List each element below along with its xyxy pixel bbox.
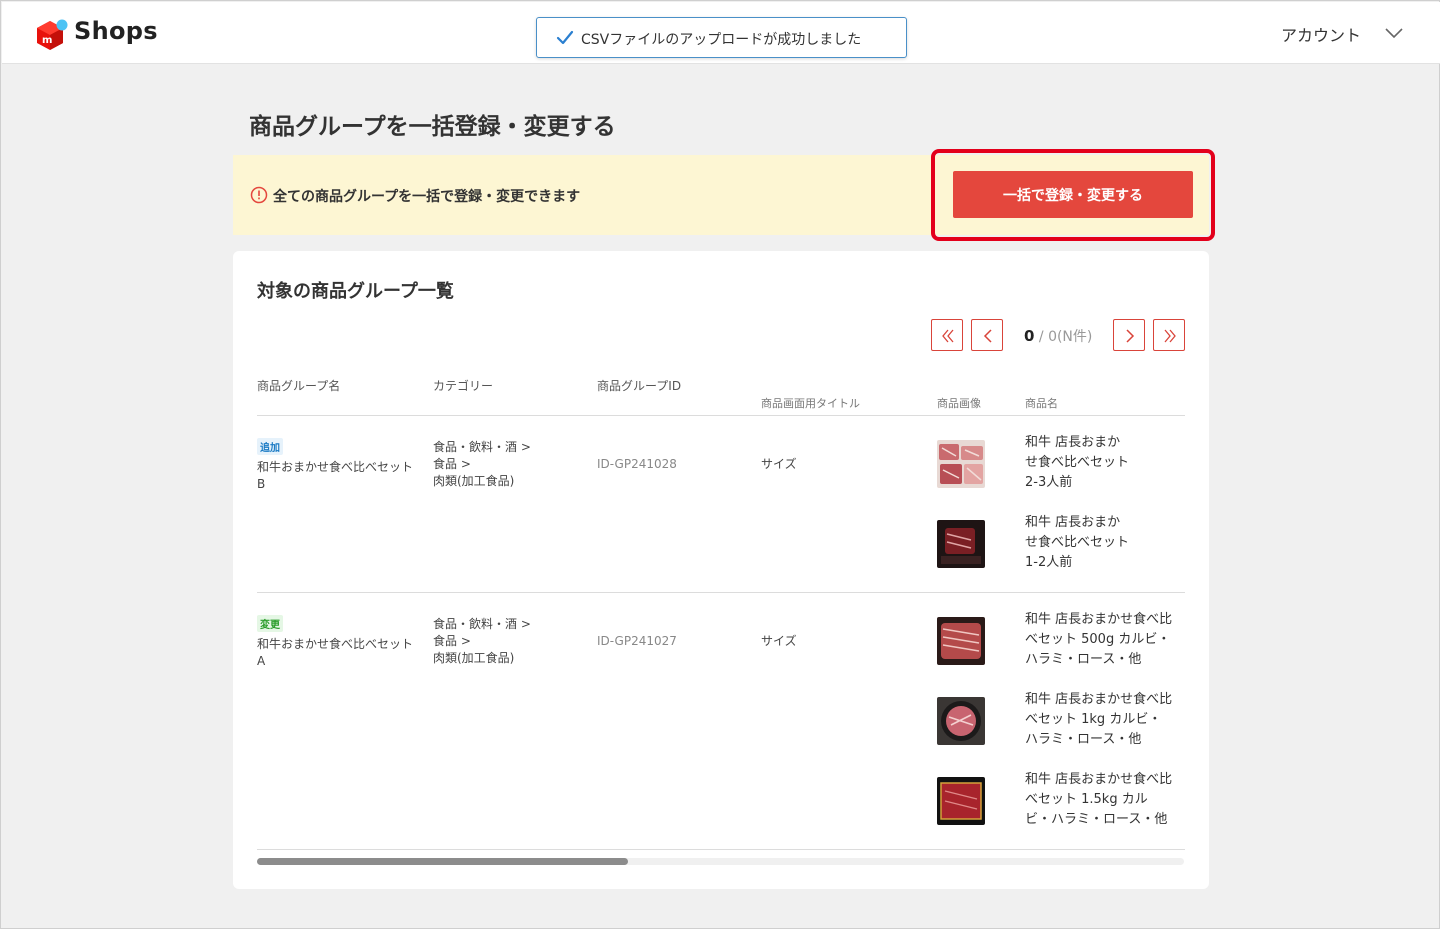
product-name-line: せ食べ比べセット bbox=[1025, 455, 1130, 470]
chevron-down-icon[interactable] bbox=[1384, 26, 1404, 40]
status-badge-add: 追加 bbox=[257, 438, 283, 455]
bulk-register-button[interactable]: 一括で登録・変更する bbox=[953, 171, 1193, 218]
svg-text:m: m bbox=[42, 35, 52, 46]
pager-first-button[interactable] bbox=[931, 319, 963, 351]
category-cell: 食品・飲料・酒 > 食品 > 肉類(加工食品) bbox=[433, 439, 531, 490]
product-name-line: べセット 1.5kg カル bbox=[1025, 792, 1148, 807]
screen-title-cell: サイズ bbox=[761, 634, 797, 648]
pager-prev-button[interactable] bbox=[971, 319, 1003, 351]
product-name-line: ハラミ・ロース・他 bbox=[1025, 652, 1142, 667]
info-circle-icon bbox=[250, 186, 268, 204]
group-id-cell: ID-GP241028 bbox=[597, 457, 677, 471]
group-id-cell: ID-GP241027 bbox=[597, 634, 677, 648]
column-header-product-name: 商品名 bbox=[1025, 397, 1058, 410]
pager-current: 0 bbox=[1024, 327, 1035, 345]
toast-message: CSVファイルのアップロードが成功しました bbox=[581, 32, 862, 48]
chevron-left-icon bbox=[983, 329, 992, 343]
double-chevron-left-icon bbox=[942, 329, 954, 343]
product-name-line: 和牛 店長おまかせ食べ比 bbox=[1025, 692, 1173, 707]
row-divider bbox=[257, 592, 1185, 593]
account-menu-label[interactable]: アカウント bbox=[1281, 22, 1361, 46]
group-name-cell: 和牛おまかせ食べ比べセット A bbox=[257, 636, 413, 670]
pager-last-button[interactable] bbox=[1153, 319, 1185, 351]
product-image bbox=[937, 617, 985, 665]
group-name-line: 和牛おまかせ食べ比べセット bbox=[257, 460, 414, 474]
page-title: 商品グループを一括登録・変更する bbox=[249, 114, 616, 140]
product-name-line: 2-3人前 bbox=[1025, 475, 1073, 490]
product-name-line: ハラミ・ロース・他 bbox=[1025, 732, 1142, 747]
product-name-line: 和牛 店長おまかせ食べ比 bbox=[1025, 612, 1173, 627]
check-icon bbox=[556, 30, 574, 45]
pager-separator: / bbox=[1034, 329, 1049, 345]
product-name-line: 和牛 店長おまか bbox=[1025, 515, 1121, 530]
notice-text: 全ての商品グループを一括で登録・変更できます bbox=[273, 189, 581, 205]
horizontal-scrollbar-thumb[interactable] bbox=[257, 858, 628, 865]
pager-next-button[interactable] bbox=[1113, 319, 1145, 351]
shops-logo[interactable]: m Shops bbox=[36, 17, 158, 51]
column-header-image: 商品画像 bbox=[937, 397, 981, 410]
double-chevron-right-icon bbox=[1164, 329, 1176, 343]
group-list-card: 対象の商品グループ一覧 0 / 0(N件) 商品グループ名 カテゴリー 商品グル… bbox=[233, 251, 1209, 889]
column-header-category: カテゴリー bbox=[433, 379, 494, 393]
header-divider bbox=[257, 415, 1185, 416]
column-header-screen-title: 商品画面用タイトル bbox=[761, 397, 860, 410]
product-image bbox=[937, 777, 985, 825]
logo-text: Shops bbox=[74, 17, 158, 45]
product-image bbox=[937, 520, 985, 568]
product-name-line: ビ・ハラミ・ロース・他 bbox=[1025, 812, 1168, 827]
product-name-cell: 和牛 店長おまか せ食べ比べセット 2-3人前 bbox=[1025, 433, 1129, 493]
category-line: 食品・飲料・酒 > bbox=[433, 440, 531, 454]
product-name-line: べセット 1kg カルビ・ bbox=[1025, 712, 1162, 727]
product-name-line: せ食べ比べセット bbox=[1025, 535, 1130, 550]
product-image bbox=[937, 697, 985, 745]
top-header: m Shops CSVファイルのアップロードが成功しました アカウント bbox=[2, 2, 1440, 64]
product-name-cell: 和牛 店長おまかせ食べ比 べセット 500g カルビ・ ハラミ・ロース・他 bbox=[1025, 610, 1172, 670]
category-line: 肉類(加工食品) bbox=[433, 651, 515, 665]
category-line: 食品 > bbox=[433, 634, 471, 648]
product-name-line: 和牛 店長おまかせ食べ比 bbox=[1025, 772, 1173, 787]
category-line: 肉類(加工食品) bbox=[433, 474, 515, 488]
group-name-cell: 和牛おまかせ食べ比べセット B bbox=[257, 459, 413, 493]
column-header-group-id: 商品グループID bbox=[597, 379, 682, 393]
chevron-right-icon bbox=[1126, 329, 1135, 343]
group-name-line: B bbox=[257, 477, 266, 491]
product-name-line: 和牛 店長おまか bbox=[1025, 435, 1121, 450]
app-window: m Shops CSVファイルのアップロードが成功しました アカウント 商品グル… bbox=[0, 0, 1440, 929]
list-title: 対象の商品グループ一覧 bbox=[257, 281, 454, 302]
product-image bbox=[937, 440, 985, 488]
upload-success-toast: CSVファイルのアップロードが成功しました bbox=[536, 17, 907, 58]
column-header-group-name: 商品グループ名 bbox=[257, 379, 341, 393]
screen-title-cell: サイズ bbox=[761, 457, 797, 471]
group-name-line: 和牛おまかせ食べ比べセット bbox=[257, 637, 414, 651]
status-badge-change: 変更 bbox=[257, 615, 283, 632]
product-name-cell: 和牛 店長おまかせ食べ比 べセット 1kg カルビ・ ハラミ・ロース・他 bbox=[1025, 690, 1172, 750]
product-name-cell: 和牛 店長おまか せ食べ比べセット 1-2人前 bbox=[1025, 513, 1129, 573]
category-cell: 食品・飲料・酒 > 食品 > 肉類(加工食品) bbox=[433, 616, 531, 667]
mercari-shops-logo-icon: m bbox=[37, 19, 68, 50]
group-name-line: A bbox=[257, 654, 266, 668]
pager-total: 0(N件) bbox=[1048, 329, 1093, 345]
product-name-cell: 和牛 店長おまかせ食べ比 べセット 1.5kg カル ビ・ハラミ・ロース・他 bbox=[1025, 770, 1172, 830]
row-divider bbox=[257, 849, 1185, 850]
pager-info: 0 / 0(N件) bbox=[1024, 326, 1092, 346]
category-line: 食品 > bbox=[433, 457, 471, 471]
category-line: 食品・飲料・酒 > bbox=[433, 617, 531, 631]
product-name-line: べセット 500g カルビ・ bbox=[1025, 632, 1171, 647]
product-name-line: 1-2人前 bbox=[1025, 555, 1073, 570]
